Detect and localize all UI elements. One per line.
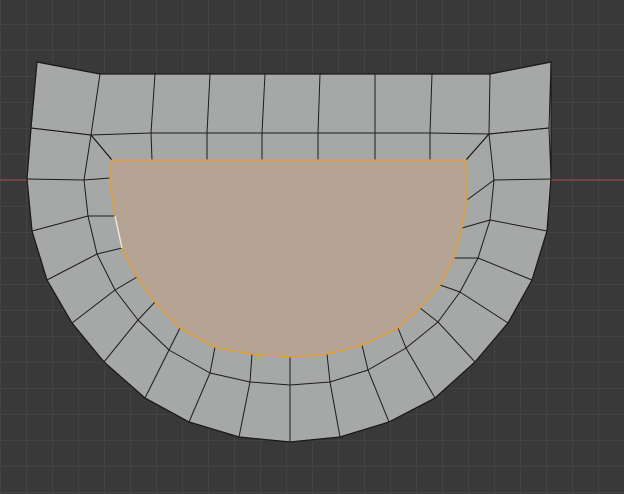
viewport-canvas[interactable] (0, 0, 624, 494)
mesh-object[interactable] (26, 61, 552, 443)
3d-viewport[interactable] (0, 0, 624, 494)
